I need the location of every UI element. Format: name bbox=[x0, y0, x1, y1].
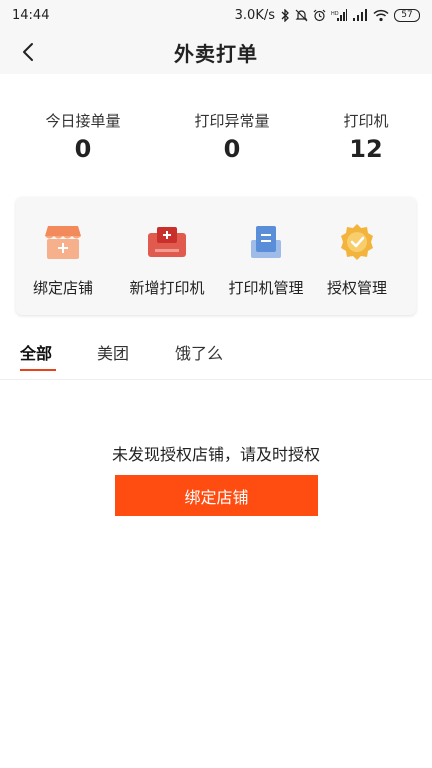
back-button[interactable] bbox=[14, 38, 42, 66]
signal-hd-icon: HD bbox=[331, 8, 347, 22]
stat-value: 12 bbox=[349, 135, 383, 163]
store-icon bbox=[13, 219, 113, 265]
tab-eleme[interactable]: 饿了么 bbox=[175, 340, 223, 364]
stat-today-orders: 今日接单量 0 bbox=[28, 110, 138, 163]
stat-print-errors: 打印异常量 0 bbox=[177, 110, 287, 163]
stat-value: 0 bbox=[74, 135, 92, 163]
bind-store-action[interactable]: 绑定店铺 bbox=[13, 219, 113, 298]
stats-row: 今日接单量 0 打印异常量 0 打印机 12 bbox=[0, 110, 432, 170]
add-printer-action[interactable]: 新增打印机 bbox=[117, 219, 217, 298]
svg-text:HD: HD bbox=[331, 11, 339, 17]
stat-label: 打印机 bbox=[343, 112, 389, 130]
network-speed: 3.0K/s bbox=[234, 7, 275, 23]
stat-printers[interactable]: 打印机 12 bbox=[311, 110, 421, 163]
action-label: 绑定店铺 bbox=[32, 279, 93, 297]
header-bar: 外卖打单 bbox=[0, 30, 432, 74]
action-label: 授权管理 bbox=[326, 279, 387, 297]
tab-bar: 全部 美团 饿了么 bbox=[0, 333, 432, 380]
status-time: 14:44 bbox=[12, 7, 50, 23]
badge-check-icon bbox=[307, 219, 407, 265]
battery-icon: 57 bbox=[394, 8, 420, 22]
tab-all[interactable]: 全部 bbox=[20, 340, 52, 364]
signal-icon bbox=[352, 8, 368, 22]
mute-bell-icon bbox=[295, 9, 308, 22]
authorization-manage-action[interactable]: 授权管理 bbox=[307, 219, 407, 298]
status-bar: 14:44 3.0K/s HD 57 bbox=[0, 0, 432, 30]
tab-meituan[interactable]: 美团 bbox=[97, 340, 129, 364]
stat-label: 打印异常量 bbox=[194, 112, 270, 130]
status-icons: 3.0K/s HD 57 bbox=[235, 8, 420, 23]
action-label: 打印机管理 bbox=[228, 279, 304, 297]
stat-label: 今日接单量 bbox=[45, 112, 121, 130]
bluetooth-icon bbox=[280, 8, 290, 22]
bind-store-button[interactable]: 绑定店铺 bbox=[115, 475, 318, 516]
chevron-left-icon bbox=[23, 43, 33, 61]
page-title: 外卖打单 bbox=[174, 41, 258, 66]
add-printer-icon bbox=[117, 219, 217, 265]
printer-manage-icon bbox=[216, 219, 316, 265]
empty-state-message: 未发现授权店铺，请及时授权 bbox=[111, 445, 320, 464]
alarm-icon bbox=[313, 9, 326, 22]
stat-value: 0 bbox=[223, 135, 241, 163]
active-tab-underline bbox=[20, 369, 56, 371]
actions-card: 绑定店铺 新增打印机 打印机管理 授权管理 bbox=[16, 197, 416, 315]
wifi-icon bbox=[373, 9, 389, 22]
action-label: 新增打印机 bbox=[129, 279, 205, 297]
printer-manage-action[interactable]: 打印机管理 bbox=[216, 219, 316, 298]
